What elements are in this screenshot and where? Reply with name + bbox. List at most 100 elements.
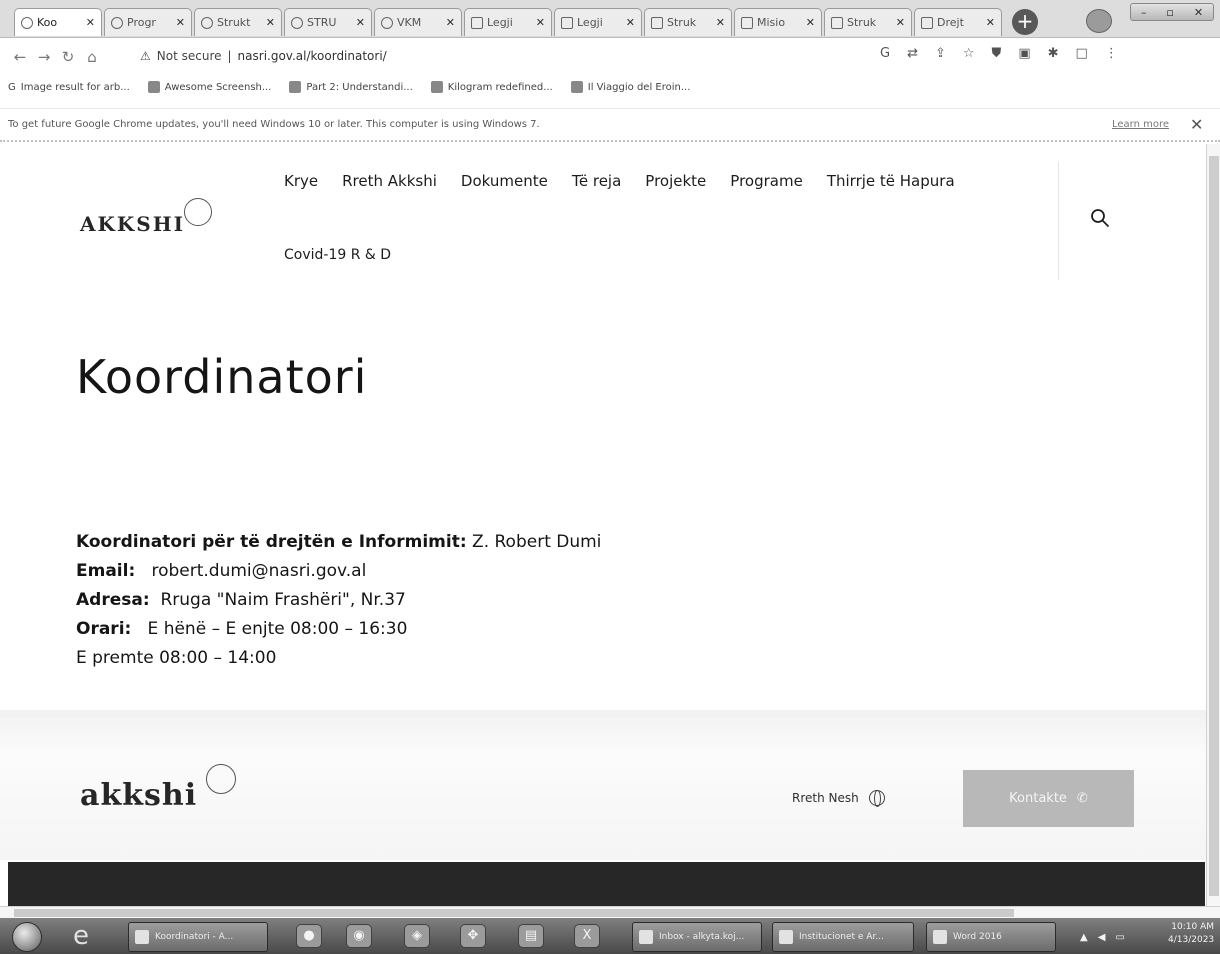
- close-tab-icon[interactable]: ✕: [806, 16, 815, 29]
- close-tab-icon[interactable]: ✕: [86, 16, 95, 29]
- nav-item-covid-19[interactable]: Covid-19 R & D: [284, 247, 391, 263]
- internet-explorer-icon[interactable]: e: [68, 923, 94, 949]
- home-icon[interactable]: ⌂: [80, 48, 104, 66]
- volume-icon[interactable]: ◀: [1098, 932, 1106, 943]
- contact-button[interactable]: Kontakte ✆: [963, 770, 1134, 827]
- close-tab-icon[interactable]: ✕: [356, 16, 365, 29]
- browser-tab[interactable]: STRU ✕: [284, 8, 372, 36]
- email-link[interactable]: robert.dumi@nasri.gov.al: [151, 561, 366, 581]
- nav-item-te-reja[interactable]: Të reja: [572, 172, 621, 190]
- tray-arrow-icon[interactable]: ▲: [1080, 932, 1088, 943]
- share-icon[interactable]: ⇪: [935, 46, 946, 61]
- taskbar-item-folder[interactable]: Institucionet e Ar...: [772, 922, 914, 952]
- close-tab-icon[interactable]: ✕: [446, 16, 455, 29]
- about-us-label: Rreth Nesh: [792, 791, 859, 805]
- screenshot-icon: [147, 81, 160, 93]
- address-bar[interactable]: ⚠ Not secure | nasri.gov.al/koordinatori…: [140, 44, 880, 68]
- browser-tab[interactable]: Koo ✕: [14, 8, 102, 36]
- app-icon[interactable]: ◈: [404, 924, 430, 948]
- network-icon[interactable]: ▭: [1115, 932, 1124, 943]
- tab-title: Legji: [577, 16, 603, 29]
- word-icon: [933, 930, 947, 944]
- profile-icon[interactable]: [1086, 9, 1112, 33]
- close-tab-icon[interactable]: ✕: [266, 16, 275, 29]
- bookmark-item[interactable]: Il Viaggio del Eroin...: [570, 81, 691, 93]
- close-icon[interactable]: ✕: [1190, 115, 1203, 134]
- excel-icon[interactable]: X: [574, 924, 600, 948]
- bookmark-item[interactable]: Awesome Screensh...: [147, 81, 271, 93]
- taskbar-item-label: Koordinatori - A...: [155, 932, 234, 942]
- browser-tab[interactable]: Legji ✕: [554, 8, 642, 36]
- bookmark-item[interactable]: Part 2: Understandi...: [289, 81, 413, 93]
- close-tab-icon[interactable]: ✕: [716, 16, 725, 29]
- nav-item-dokumente[interactable]: Dokumente: [461, 172, 548, 190]
- app-icon[interactable]: ●: [296, 924, 322, 948]
- nav-item-programe[interactable]: Programe: [730, 172, 803, 190]
- globe-icon: [381, 16, 393, 29]
- browser-tab[interactable]: Progr ✕: [104, 8, 192, 36]
- translate-icon[interactable]: ⇄: [907, 46, 918, 61]
- bookmark-icon: [430, 81, 443, 93]
- menu-icon[interactable]: ⋮: [1105, 46, 1118, 61]
- back-icon[interactable]: ←: [8, 48, 32, 66]
- browser-tab-strip: Koo ✕ Progr ✕ Strukt ✕ STRU ✕ VKM ✕ Legj…: [0, 0, 1220, 38]
- puzzle-icon[interactable]: ✱: [1048, 46, 1059, 61]
- close-window-icon[interactable]: ✕: [1194, 6, 1203, 19]
- site-logo[interactable]: AKKSHI: [80, 198, 212, 236]
- minimize-icon[interactable]: –: [1141, 6, 1147, 19]
- nav-item-krye[interactable]: Krye: [284, 172, 318, 190]
- nav-item-rreth-akkshi[interactable]: Rreth Akkshi: [342, 172, 437, 190]
- reload-icon[interactable]: ↻: [56, 48, 80, 66]
- app-icon[interactable]: ✥: [460, 924, 486, 948]
- tab-title: Struk: [847, 16, 877, 29]
- browser-tab[interactable]: Drejt ✕: [914, 8, 1002, 36]
- browser-tab[interactable]: VKM ✕: [374, 8, 462, 36]
- doc-icon: [831, 16, 843, 29]
- maximize-icon[interactable]: ▫: [1166, 6, 1173, 19]
- page-title: Koordinatori: [76, 350, 368, 404]
- taskbar-item-word[interactable]: Word 2016: [926, 922, 1056, 952]
- taskbar-item-chrome[interactable]: Koordinatori - A...: [128, 922, 268, 952]
- close-tab-icon[interactable]: ✕: [896, 16, 905, 29]
- close-tab-icon[interactable]: ✕: [176, 16, 185, 29]
- footer-logo[interactable]: akkshi: [80, 764, 236, 813]
- shield-icon[interactable]: ⛊: [992, 46, 1002, 61]
- scroll-thumb[interactable]: [1209, 156, 1219, 896]
- bookmark-icon: [570, 81, 583, 93]
- bookmark-star-icon[interactable]: ☆: [963, 46, 975, 61]
- close-tab-icon[interactable]: ✕: [626, 16, 635, 29]
- app-icon[interactable]: ▤: [518, 924, 544, 948]
- browser-tab[interactable]: Misio ✕: [734, 8, 822, 36]
- app-icon[interactable]: ◉: [346, 924, 372, 948]
- start-button[interactable]: [12, 922, 42, 952]
- sidepanel-icon[interactable]: □: [1076, 46, 1088, 61]
- forward-icon[interactable]: →: [32, 48, 56, 66]
- globe-icon: [111, 16, 123, 29]
- browser-tab[interactable]: Strukt ✕: [194, 8, 282, 36]
- google-icon[interactable]: G: [880, 46, 890, 61]
- browser-tab[interactable]: Struk ✕: [644, 8, 732, 36]
- bookmark-item[interactable]: G Image result for arb...: [8, 82, 130, 93]
- taskbar-clock[interactable]: 10:10 AM 4/13/2023: [1168, 921, 1214, 947]
- horizontal-scrollbar[interactable]: [0, 906, 1220, 918]
- scroll-thumb[interactable]: [14, 909, 1014, 917]
- extension-icon[interactable]: ▣: [1018, 46, 1030, 61]
- hours-label: Orari:: [76, 619, 132, 639]
- taskbar-item-outlook[interactable]: Inbox - alkyta.koj...: [632, 922, 762, 952]
- folder-icon: [779, 930, 793, 944]
- about-us-link[interactable]: Rreth Nesh: [792, 790, 885, 807]
- browser-tab[interactable]: Legji ✕: [464, 8, 552, 36]
- nav-item-projekte[interactable]: Projekte: [645, 172, 706, 190]
- search-icon[interactable]: [1090, 208, 1110, 230]
- bookmark-label: Il Viaggio del Eroin...: [587, 81, 691, 93]
- learn-more-link[interactable]: Learn more: [1112, 119, 1169, 130]
- browser-tab[interactable]: Struk ✕: [824, 8, 912, 36]
- close-tab-icon[interactable]: ✕: [536, 16, 545, 29]
- close-tab-icon[interactable]: ✕: [986, 16, 995, 29]
- vertical-scrollbar[interactable]: [1206, 144, 1220, 906]
- bookmark-item[interactable]: Kilogram redefined...: [430, 81, 553, 93]
- email-row: Email: robert.dumi@nasri.gov.al: [76, 557, 601, 586]
- nav-item-thirrje-te-hapura[interactable]: Thirrje të Hapura: [827, 172, 955, 190]
- browser-extension-icons: G ⇄ ⇪ ☆ ⛊ ▣ ✱ □ ⋮: [880, 46, 1118, 61]
- new-tab-button[interactable]: +: [1012, 9, 1038, 35]
